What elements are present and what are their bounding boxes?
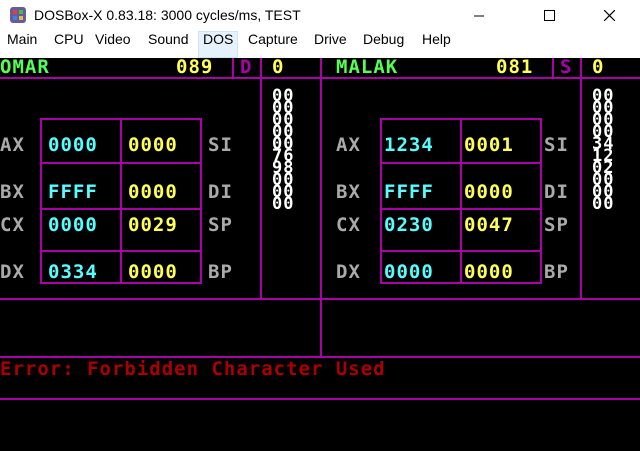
omar-sp-label: SP (208, 214, 233, 236)
omar-si-label: SI (208, 134, 233, 156)
malak-memory-separator (580, 78, 582, 300)
center-divider (320, 58, 322, 358)
omar-grid-vdivider (120, 118, 122, 284)
malak-player-name: MALAK (336, 58, 399, 78)
maximize-icon (543, 10, 555, 21)
omar-flag: D (240, 58, 253, 78)
malak-flag-sep-left (552, 58, 554, 78)
omar-cx-low: 0029 (128, 214, 178, 236)
dos-screen[interactable]: OMAR 089 D 0 MALAK 081 S 0 AX 0000 0000 … (0, 58, 640, 451)
malak-bx-low: 0000 (464, 181, 514, 203)
omar-di-label: DI (208, 181, 233, 203)
menu-help[interactable]: Help (417, 31, 456, 58)
omar-grid-hdivider-1 (40, 162, 202, 164)
omar-ax-low: 0000 (128, 134, 178, 156)
omar-ax-high: 0000 (48, 134, 98, 156)
omar-flag-sep-right (260, 58, 262, 78)
error-message: Error: Forbidden Character Used (0, 358, 386, 380)
menu-main[interactable]: Main (2, 31, 42, 58)
window-title: DOSBox-X 0.83.18: 3000 cycles/ms, TEST (34, 7, 301, 23)
omar-score: 089 (176, 58, 214, 78)
omar-flag-sep-left (232, 58, 234, 78)
malak-dx-high: 0000 (384, 261, 434, 283)
malak-sp-label: SP (544, 214, 569, 236)
memory-byte: 00 (272, 194, 295, 214)
malak-grid-hdivider-1 (380, 162, 542, 164)
malak-si-label: SI (544, 134, 569, 156)
malak-flag-value: 0 (592, 58, 605, 78)
malak-di-label: DI (544, 181, 569, 203)
minimize-button[interactable] (456, 0, 502, 31)
menu-debug[interactable]: Debug (358, 31, 409, 58)
omar-bx-high: FFFF (48, 181, 98, 203)
malak-cx-low: 0047 (464, 214, 514, 236)
malak-grid-hdivider-2 (380, 208, 542, 210)
title-bar: DOSBox-X 0.83.18: 3000 cycles/ms, TEST (0, 0, 640, 31)
omar-memory-separator (260, 78, 262, 300)
error-bottom-divider (0, 398, 640, 400)
malak-grid-vdivider (460, 118, 462, 284)
close-icon (603, 10, 615, 21)
malak-cx-high: 0230 (384, 214, 434, 236)
malak-dx-low: 0000 (464, 261, 514, 283)
menu-drive[interactable]: Drive (309, 31, 352, 58)
memory-byte: 00 (592, 194, 615, 214)
omar-cx-high: 0000 (48, 214, 98, 236)
malak-bx-high: FFFF (384, 181, 434, 203)
omar-memory-column: 00 00 00 00 00 76 98 00 00 00 (272, 88, 295, 214)
malak-ax-high: 1234 (384, 134, 434, 156)
menu-capture[interactable]: Capture (243, 31, 303, 58)
omar-player-name: OMAR (0, 58, 50, 78)
menu-bar: Main CPU Video Sound DOS Capture Drive D… (0, 31, 640, 58)
omar-cx-label: CX (0, 214, 25, 236)
omar-bx-label: BX (0, 181, 25, 203)
menu-video[interactable]: Video (90, 31, 136, 58)
malak-score: 081 (496, 58, 534, 78)
malak-ax-low: 0001 (464, 134, 514, 156)
omar-flag-value: 0 (272, 58, 285, 78)
omar-ax-label: AX (0, 134, 25, 156)
malak-grid-hdivider-3 (380, 250, 542, 252)
omar-bx-low: 0000 (128, 181, 178, 203)
malak-ax-label: AX (336, 134, 361, 156)
malak-flag-sep-right (580, 58, 582, 78)
close-button[interactable] (586, 0, 632, 31)
omar-dx-low: 0000 (128, 261, 178, 283)
menu-cpu[interactable]: CPU (49, 31, 89, 58)
omar-dx-label: DX (0, 261, 25, 283)
menu-sound[interactable]: Sound (143, 31, 193, 58)
omar-bp-label: BP (208, 261, 233, 283)
malak-bp-label: BP (544, 261, 569, 283)
maximize-button[interactable] (526, 0, 572, 31)
minimize-icon (474, 15, 484, 16)
malak-dx-label: DX (336, 261, 361, 283)
menu-dos[interactable]: DOS (198, 31, 239, 58)
malak-bx-label: BX (336, 181, 361, 203)
omar-grid-hdivider-2 (40, 208, 202, 210)
omar-grid-hdivider-3 (40, 250, 202, 252)
omar-dx-high: 0334 (48, 261, 98, 283)
malak-flag: S (560, 58, 573, 78)
malak-cx-label: CX (336, 214, 361, 236)
malak-memory-column: 00 00 00 00 34 12 02 00 00 00 (592, 88, 615, 214)
dosbox-app-icon[interactable] (9, 6, 27, 24)
